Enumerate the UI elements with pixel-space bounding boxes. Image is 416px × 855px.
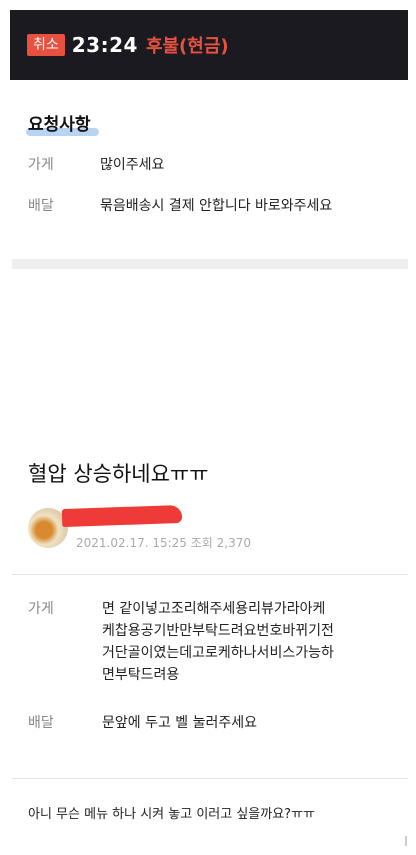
detail-store-line: 면 같이넣고조리해주세용리뷰가라아케: [102, 601, 326, 617]
username-redaction: [61, 504, 183, 528]
post-meta: 2021.02.17. 15:25 조회 2,370: [76, 534, 251, 551]
detail-delivery-row: 배달 문앞에 두고 벨 눌러주세요: [28, 712, 402, 734]
detail-store-line: 거단골이였는데고로케하나서비스가능하: [102, 645, 334, 661]
detail-store-label: 가게: [28, 601, 54, 617]
delivery-request-label: 배달: [28, 198, 54, 214]
delivery-request-row: 배달 묶음배송시 결제 안합니다 바로와주세요: [28, 195, 332, 215]
comment-text: 아니 무슨 메뉴 하나 시켜 놓고 이러고 싶을까요?ㅠㅠ: [28, 807, 315, 822]
detail-store-row: 가게 면 같이넣고조리해주세용리뷰가라아케 케찹용공기반만부탁드려요번호바뀌기전…: [28, 598, 402, 686]
payment-type: 후불(현금): [145, 36, 229, 57]
post-title: 혈압 상승하네요ㅠㅠ: [28, 462, 209, 486]
section-divider: [12, 259, 408, 269]
detail-store-value: 면 같이넣고조리해주세용리뷰가라아케 케찹용공기반만부탁드려요번호바뀌기전 거단…: [102, 598, 402, 686]
requests-title-text: 요청사항: [28, 115, 91, 135]
divider-line: [12, 778, 408, 779]
store-request-row: 가게 많이주세요: [28, 154, 164, 174]
views-count: 2,370: [216, 536, 252, 550]
detail-store-line: 케찹용공기반만부탁드려요번호바뀌기전: [102, 623, 334, 639]
store-request-label: 가게: [28, 157, 54, 173]
order-header: 취소 23:24 후불(현금): [10, 10, 408, 80]
requests-title: 요청사항: [26, 110, 99, 136]
detail-delivery-value: 문앞에 두고 벨 눌러주세요: [102, 715, 258, 731]
scrollbar[interactable]: [405, 836, 407, 846]
delivery-request-value: 묶음배송시 결제 안합니다 바로와주세요: [100, 198, 333, 214]
detail-delivery-label: 배달: [28, 715, 54, 731]
order-time: 23:24: [71, 33, 138, 57]
cancel-badge[interactable]: 취소: [27, 34, 65, 56]
divider-line: [12, 574, 408, 575]
views-label: 조회: [190, 536, 213, 550]
post-date: 2021.02.17. 15:25: [76, 536, 187, 550]
store-request-value: 많이주세요: [100, 157, 165, 173]
detail-store-line: 면부탁드려용: [102, 667, 180, 683]
